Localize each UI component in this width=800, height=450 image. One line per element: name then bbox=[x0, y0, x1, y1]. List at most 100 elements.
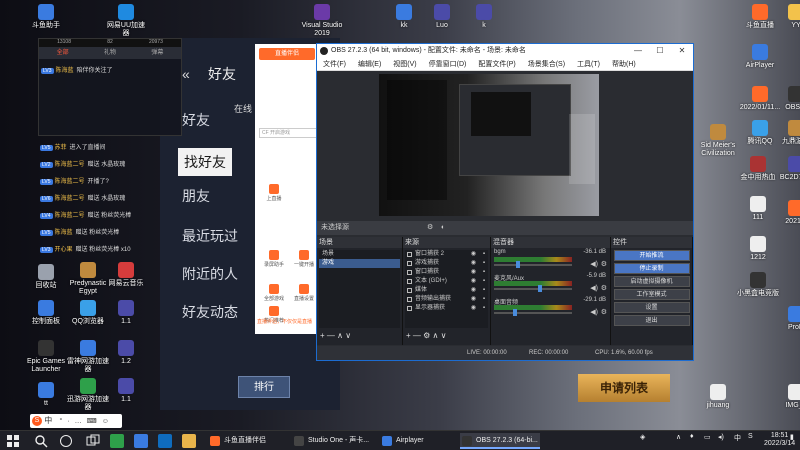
lock-icon[interactable]: ▪ bbox=[483, 277, 485, 286]
gear-icon[interactable]: ⚙ bbox=[427, 221, 433, 235]
obs-menu-item[interactable]: 工具(T) bbox=[577, 58, 600, 70]
desktop-icon[interactable]: 小黑盒电竞版 bbox=[736, 272, 780, 298]
scene-item[interactable]: 游戏 bbox=[319, 259, 400, 268]
source-settings-icon[interactable]: ⚙ bbox=[423, 331, 430, 340]
taskbar-app[interactable]: OBS 27.2.3 (64-bi... bbox=[460, 433, 540, 449]
ie-icon[interactable] bbox=[134, 434, 148, 448]
eye-icon[interactable]: ◉ bbox=[471, 250, 476, 259]
volume-icon[interactable]: ◂) bbox=[718, 433, 724, 441]
ime-tool-icon[interactable]: ☺ bbox=[102, 418, 109, 425]
defender-icon[interactable]: ◈ bbox=[640, 433, 645, 441]
desktop-icon[interactable]: jihuang bbox=[696, 384, 740, 410]
eye-icon[interactable]: ◉ bbox=[471, 304, 476, 313]
gear-icon[interactable]: ⚙ bbox=[601, 260, 607, 268]
assistant-search-input[interactable]: CF 开启游戏 bbox=[259, 128, 317, 138]
desktop-icon[interactable]: Epic Games Launcher bbox=[24, 340, 68, 374]
taskbar-app[interactable]: 斗鱼直播伴侣 bbox=[208, 433, 288, 449]
desktop-icon[interactable]: 1.1 bbox=[104, 378, 148, 404]
gear-icon[interactable]: ⚙ bbox=[601, 284, 607, 292]
desktop-icon[interactable]: AirPlayer bbox=[738, 44, 782, 70]
desktop-icon[interactable]: Sid Meier's Civilization bbox=[696, 124, 740, 158]
obs-menu-item[interactable]: 配置文件(P) bbox=[478, 58, 515, 70]
add-scene-button[interactable]: + bbox=[320, 331, 325, 340]
control-button[interactable]: 启动虚拟摄像机 bbox=[613, 276, 690, 287]
move-down-button[interactable]: ∨ bbox=[441, 331, 447, 340]
control-button[interactable]: 设置 bbox=[613, 302, 690, 313]
desktop-icon[interactable]: ProD bbox=[774, 306, 800, 332]
assistant-item[interactable]: 直播设置 bbox=[289, 284, 319, 302]
apply-list-button[interactable]: 申请列表 bbox=[578, 374, 670, 402]
volume-slider-knob[interactable] bbox=[516, 261, 520, 268]
obs-menu-item[interactable]: 文件(F) bbox=[323, 58, 346, 70]
lock-icon[interactable]: ▪ bbox=[483, 250, 485, 259]
desktop-icon[interactable]: 九鼎游戏 bbox=[774, 120, 800, 146]
close-button[interactable]: ✕ bbox=[671, 44, 693, 58]
volume-slider[interactable] bbox=[494, 261, 572, 268]
desktop-icon[interactable]: tt bbox=[24, 382, 68, 408]
desktop-icon[interactable]: 斗鱼助手 bbox=[24, 4, 68, 30]
lock-icon[interactable]: ▪ bbox=[483, 286, 485, 295]
ime-tool-icon[interactable]: · bbox=[67, 418, 69, 425]
source-item[interactable]: 显示器捕获 ◉ ▪ bbox=[405, 304, 488, 313]
source-item[interactable]: 文本 (GDI+) ◉ ▪ bbox=[405, 277, 488, 286]
assistant-item[interactable]: 录屏助手 bbox=[259, 250, 289, 268]
desktop-icon[interactable]: BC2D79... bbox=[774, 156, 800, 182]
game-menu-item[interactable]: 找好友 bbox=[178, 148, 232, 176]
source-item[interactable]: 窗口捕获 2 ◉ ▪ bbox=[405, 250, 488, 259]
edge-icon[interactable] bbox=[158, 434, 172, 448]
obs-preview-canvas[interactable] bbox=[379, 74, 599, 216]
obs-menu-item[interactable]: 停靠窗口(D) bbox=[429, 58, 467, 70]
obs-menu-item[interactable]: 编辑(E) bbox=[358, 58, 381, 70]
ime-toolbar[interactable]: S 中 ° · … ⌨ ☺ bbox=[30, 414, 122, 428]
lock-icon[interactable]: ▪ bbox=[483, 268, 485, 277]
gear-icon[interactable]: ⚙ bbox=[601, 308, 607, 316]
source-item[interactable]: 窗口捕获 ◉ ▪ bbox=[405, 268, 488, 277]
ime-tool-icon[interactable]: ⌨ bbox=[87, 418, 97, 425]
filter-icon[interactable]: ◐ bbox=[441, 221, 445, 235]
file-explorer-icon[interactable] bbox=[182, 434, 196, 448]
source-item[interactable]: 音频输出捕获 ◉ ▪ bbox=[405, 295, 488, 304]
game-back-icon[interactable]: « bbox=[182, 66, 190, 82]
desktop-icon[interactable]: 1212 bbox=[736, 236, 780, 262]
game-menu-item[interactable]: 好友 bbox=[182, 110, 210, 130]
speaker-icon[interactable]: ◀) bbox=[590, 284, 598, 292]
obs-menu-item[interactable]: 场景集合(S) bbox=[528, 58, 565, 70]
ime-tool-icon[interactable]: ° bbox=[59, 418, 62, 425]
speaker-icon[interactable]: ◀) bbox=[590, 308, 598, 316]
ime-mode[interactable]: 中 bbox=[44, 416, 52, 425]
volume-slider-knob[interactable] bbox=[538, 285, 542, 292]
notification-icon[interactable]: ▮ bbox=[790, 433, 794, 441]
game-menu-item[interactable]: 好友动态 bbox=[182, 302, 238, 322]
control-button[interactable]: 工作室模式 bbox=[613, 289, 690, 300]
rank-button[interactable]: 排行 bbox=[238, 376, 290, 398]
obs-menu-item[interactable]: 帮助(H) bbox=[612, 58, 636, 70]
desktop-icon[interactable]: IMG_0 bbox=[774, 384, 800, 410]
ime-tool-icon[interactable]: … bbox=[75, 418, 82, 425]
volume-slider[interactable] bbox=[494, 309, 572, 316]
task-view-icon[interactable] bbox=[86, 434, 100, 448]
assistant-item[interactable]: 一键开播 bbox=[289, 250, 319, 268]
desktop-icon[interactable]: 2021.0 bbox=[774, 200, 800, 226]
tray-shield-icon[interactable]: ♦ bbox=[690, 433, 694, 440]
volume-slider-knob[interactable] bbox=[513, 309, 517, 316]
minimize-button[interactable]: — bbox=[627, 44, 649, 58]
desktop-icon[interactable]: 1.1 bbox=[104, 300, 148, 326]
taskbar-app[interactable]: Studio One - 声卡... bbox=[292, 433, 378, 449]
assistant-item[interactable]: 上直播 bbox=[259, 184, 289, 202]
move-down-button[interactable]: ∨ bbox=[345, 331, 351, 340]
eye-icon[interactable]: ◉ bbox=[471, 295, 476, 304]
stream-tab[interactable]: 弹幕 bbox=[134, 47, 181, 59]
start-menu-icon[interactable] bbox=[6, 434, 20, 448]
game-menu-item[interactable]: 朋友 bbox=[182, 186, 210, 206]
game-menu-item[interactable]: 附近的人 bbox=[182, 264, 238, 284]
maximize-button[interactable]: ☐ bbox=[649, 44, 671, 58]
desktop-icon[interactable]: YY bbox=[774, 4, 800, 30]
source-item[interactable]: 媒体 ◉ ▪ bbox=[405, 286, 488, 295]
lock-icon[interactable]: ▪ bbox=[483, 259, 485, 268]
tray-expand-icon[interactable]: ∧ bbox=[676, 433, 681, 441]
game-menu-item[interactable]: 最近玩过 bbox=[182, 226, 238, 246]
eye-icon[interactable]: ◉ bbox=[471, 259, 476, 268]
move-up-button[interactable]: ∧ bbox=[337, 331, 343, 340]
control-button[interactable]: 开始推流 bbox=[613, 250, 690, 261]
desktop-icon[interactable]: Visual Studio 2019 bbox=[300, 4, 344, 38]
